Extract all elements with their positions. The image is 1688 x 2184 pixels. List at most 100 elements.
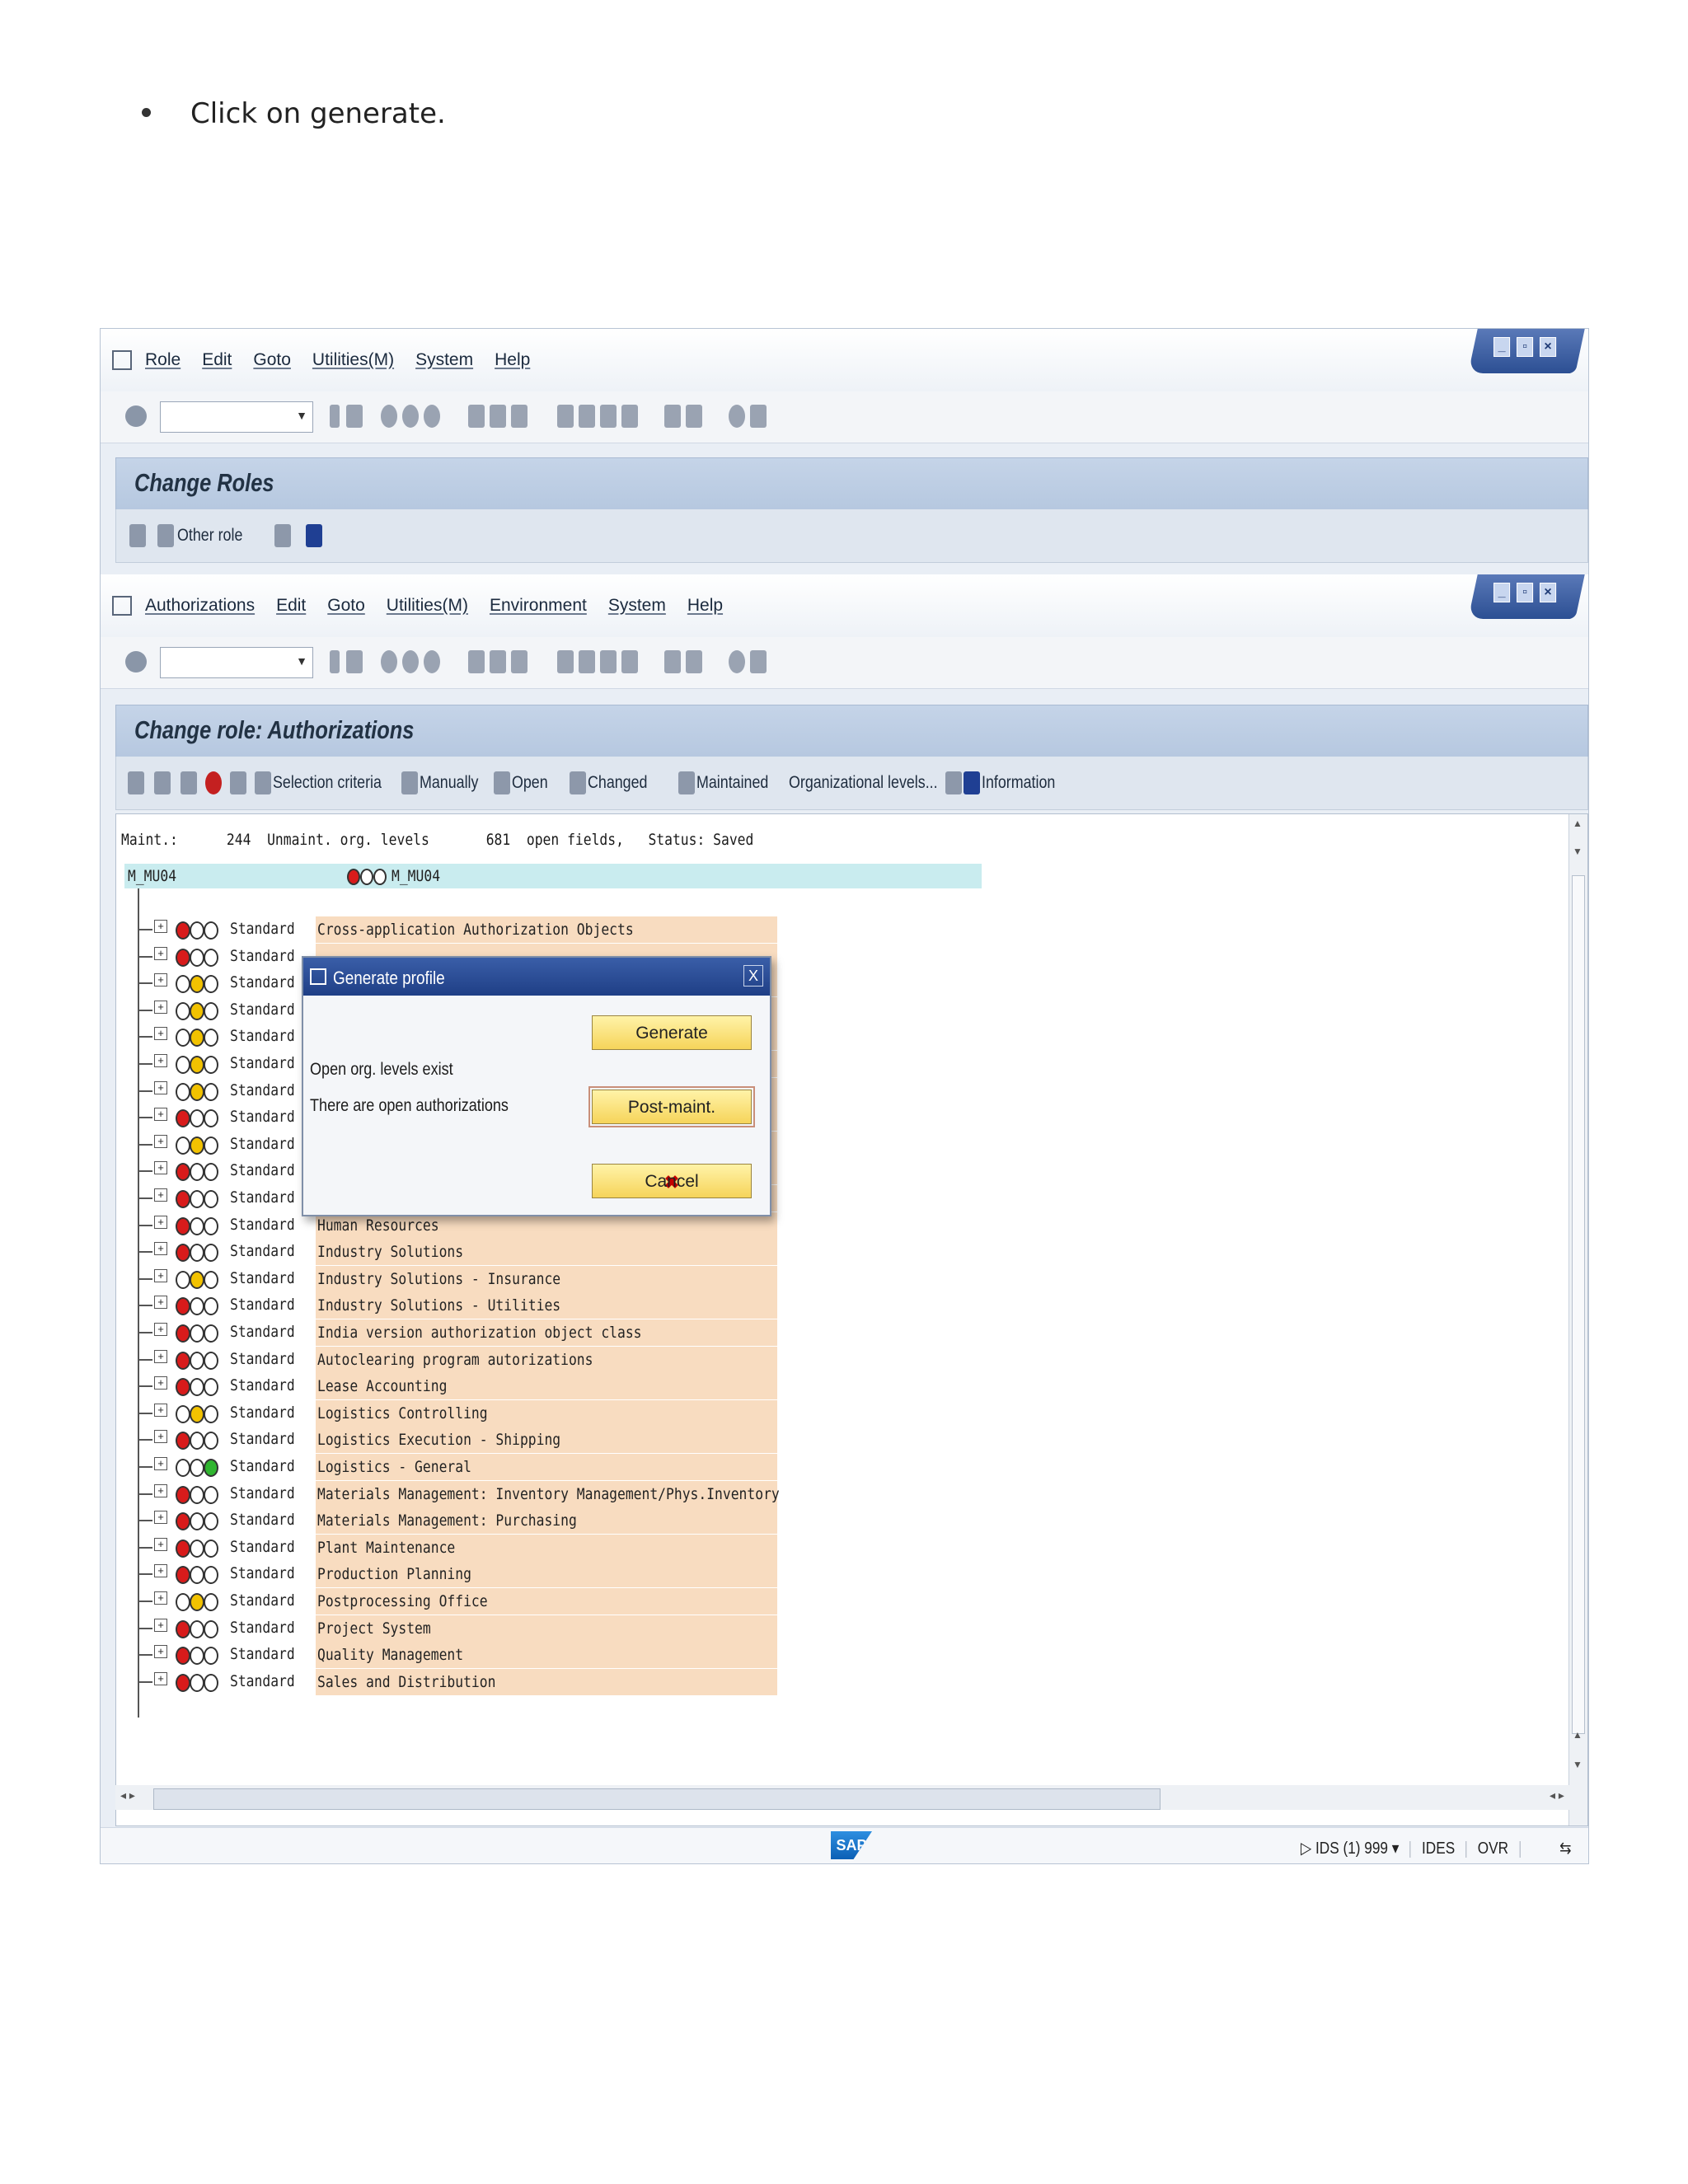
- manually-icon[interactable]: [401, 771, 418, 794]
- print-icon[interactable]: [468, 650, 485, 673]
- expand-node-icon[interactable]: +: [154, 920, 167, 933]
- technical-names-icon[interactable]: [945, 771, 962, 794]
- expand-node-icon[interactable]: +: [154, 1511, 167, 1525]
- expand-node-icon[interactable]: +: [154, 1080, 167, 1094]
- expand-node-icon[interactable]: +: [154, 1591, 167, 1605]
- insert-mode[interactable]: OVR: [1478, 1840, 1508, 1858]
- close-icon[interactable]: ×: [1540, 337, 1557, 357]
- expand-node-icon[interactable]: +: [154, 1645, 167, 1659]
- dialog-close-icon[interactable]: X: [743, 965, 763, 987]
- expand-node-icon[interactable]: +: [154, 1323, 167, 1336]
- expand-node-icon[interactable]: +: [154, 1161, 167, 1175]
- expand-node-icon[interactable]: +: [154, 1376, 167, 1390]
- exit-icon[interactable]: [402, 650, 419, 673]
- expand-node-icon[interactable]: +: [154, 1242, 167, 1256]
- new-session-icon[interactable]: [664, 650, 681, 673]
- tree-row[interactable]: + Standard Materials Management: Inventory…: [138, 1480, 879, 1507]
- menu-goto[interactable]: Goto: [327, 596, 365, 616]
- collapse-icon[interactable]: [154, 771, 171, 794]
- open-button[interactable]: Open: [512, 773, 548, 793]
- back-icon[interactable]: [330, 405, 340, 428]
- menu-authorizations[interactable]: Authorizations: [145, 596, 255, 616]
- post-maint-button[interactable]: Post-maint.: [588, 1086, 755, 1127]
- selection-criteria-button[interactable]: Selection criteria: [273, 773, 382, 793]
- expand-node-icon[interactable]: +: [154, 1537, 167, 1551]
- scroll-right-icon[interactable]: ◂ ▸: [1550, 1788, 1564, 1802]
- menu-help[interactable]: Help: [495, 350, 530, 370]
- delete-icon[interactable]: [230, 771, 246, 794]
- maintained-button[interactable]: Maintained: [696, 773, 768, 793]
- expand-node-icon[interactable]: +: [154, 1027, 167, 1041]
- expand-node-icon[interactable]: +: [154, 946, 167, 960]
- menu-icon[interactable]: [112, 350, 132, 370]
- display-change-icon[interactable]: [129, 524, 146, 547]
- menu-system[interactable]: System: [415, 350, 473, 370]
- help-icon[interactable]: [729, 405, 745, 428]
- expand-node-icon[interactable]: +: [154, 1268, 167, 1282]
- expand-node-icon[interactable]: +: [154, 1188, 167, 1202]
- last-page-icon[interactable]: [621, 405, 638, 428]
- triangle-icon[interactable]: ▷: [1301, 1840, 1311, 1858]
- expand-node-icon[interactable]: +: [154, 1483, 167, 1497]
- shortcut-icon[interactable]: [686, 650, 702, 673]
- tree-row[interactable]: + Standard Industry Solutions - Utilities: [138, 1292, 879, 1319]
- menu-goto[interactable]: Goto: [253, 350, 291, 370]
- tree-row[interactable]: + Standard Plant Maintenance: [138, 1534, 879, 1561]
- find-icon[interactable]: [490, 405, 506, 428]
- transport-icon[interactable]: [274, 524, 291, 547]
- find-next-icon[interactable]: [511, 650, 528, 673]
- tree-row[interactable]: + Standard Postprocessing Office: [138, 1588, 879, 1615]
- enter-icon[interactable]: [125, 651, 147, 673]
- next-page-icon[interactable]: [600, 650, 617, 673]
- restore-icon[interactable]: ▫: [1517, 583, 1534, 602]
- vertical-scrollbar[interactable]: ▲ ▼ ▲ ▼: [1568, 814, 1587, 1825]
- new-session-icon[interactable]: [664, 405, 681, 428]
- info-icon[interactable]: [964, 771, 980, 794]
- menu-utilities[interactable]: Utilities(M): [312, 350, 394, 370]
- tree-row[interactable]: + Standard Industry Solutions - Insurance: [138, 1265, 879, 1292]
- tree-row[interactable]: + Standard Autoclearing program autorizati…: [138, 1346, 879, 1373]
- tree-root[interactable]: M_MU04 M_MU04: [124, 864, 982, 888]
- minimize-icon[interactable]: _: [1493, 337, 1511, 357]
- expand-node-icon[interactable]: +: [154, 1564, 167, 1578]
- menu-icon[interactable]: [112, 596, 132, 616]
- back-nav-icon[interactable]: [381, 405, 397, 428]
- deactivate-icon[interactable]: [205, 771, 222, 794]
- system-id[interactable]: IDS (1) 999: [1315, 1840, 1388, 1858]
- first-page-icon[interactable]: [557, 650, 574, 673]
- menu-system[interactable]: System: [608, 596, 666, 616]
- tree-row[interactable]: + Standard Project System: [138, 1615, 879, 1642]
- tree-row[interactable]: + Standard Logistics Execution - Shipping: [138, 1427, 879, 1454]
- back-icon[interactable]: [330, 650, 340, 673]
- exit-icon[interactable]: [402, 405, 419, 428]
- close-icon[interactable]: ×: [1540, 583, 1557, 602]
- tree-row[interactable]: + Standard Materials Management: Purchasin…: [138, 1507, 879, 1535]
- expand-node-icon[interactable]: +: [154, 1349, 167, 1363]
- menu-edit[interactable]: Edit: [276, 596, 306, 616]
- menu-utilities[interactable]: Utilities(M): [387, 596, 468, 616]
- scroll-up-icon[interactable]: ▲: [1573, 1729, 1582, 1741]
- generate-button[interactable]: Generate: [592, 1015, 752, 1050]
- expand-node-icon[interactable]: +: [154, 1134, 167, 1148]
- menu-environment[interactable]: Environment: [490, 596, 587, 616]
- expand-node-icon[interactable]: +: [154, 973, 167, 987]
- help-icon[interactable]: [729, 650, 745, 673]
- expand-node-icon[interactable]: +: [154, 1108, 167, 1122]
- tree-row[interactable]: + Standard Industry Solutions: [138, 1239, 879, 1266]
- tree-row[interactable]: + Standard Production Planning: [138, 1561, 879, 1588]
- layout-icon[interactable]: [750, 405, 767, 428]
- information-button[interactable]: Information: [982, 773, 1055, 793]
- manually-button[interactable]: Manually: [420, 773, 478, 793]
- expand-node-icon[interactable]: +: [154, 1618, 167, 1632]
- tree-row[interactable]: + Standard Sales and Distribution: [138, 1668, 879, 1695]
- scroll-down-icon[interactable]: ▼: [1573, 1759, 1582, 1770]
- expand-node-icon[interactable]: +: [154, 1671, 167, 1685]
- horizontal-scrollbar[interactable]: ◂ ▸ ◂ ▸: [115, 1785, 1587, 1810]
- selection-criteria-icon[interactable]: [255, 771, 271, 794]
- info-icon[interactable]: [306, 524, 322, 547]
- vertical-scroll-thumb[interactable]: [1572, 875, 1585, 1734]
- scroll-up-icon[interactable]: ▲: [1573, 818, 1582, 829]
- minimize-icon[interactable]: _: [1493, 583, 1511, 602]
- open-icon[interactable]: [494, 771, 510, 794]
- first-page-icon[interactable]: [557, 405, 574, 428]
